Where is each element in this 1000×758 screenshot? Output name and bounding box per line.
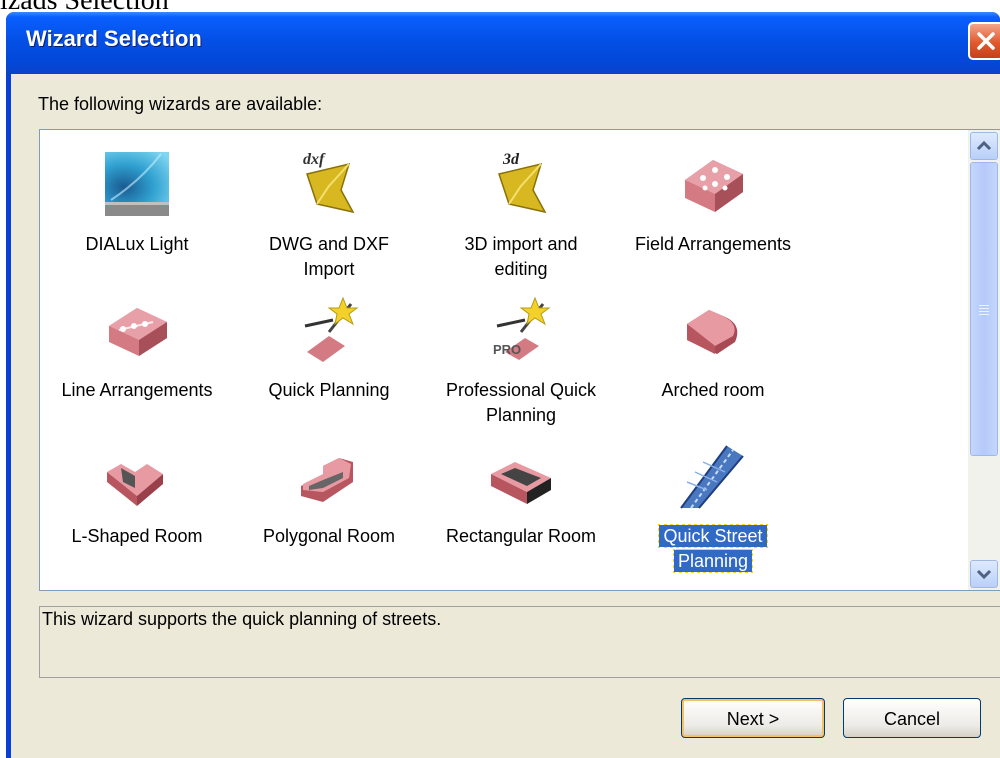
scroll-down-button[interactable] xyxy=(970,560,998,588)
wizard-selection-dialog: Wizard Selection The following wizards a… xyxy=(6,12,1000,758)
chevron-down-icon xyxy=(976,569,992,580)
wizard-item-line-arrangements[interactable]: Line Arrangements xyxy=(52,296,222,436)
svg-text:3d: 3d xyxy=(502,151,520,168)
scrollbar-thumb[interactable] xyxy=(970,162,998,456)
title-bar[interactable]: Wizard Selection xyxy=(6,12,1000,74)
arched-room-icon xyxy=(687,310,738,354)
wizard-label: Arched room xyxy=(661,380,765,400)
polygonal-room-icon xyxy=(301,458,353,502)
wizard-item-dialux-light[interactable]: DIALux Light xyxy=(52,150,222,290)
svg-text:dxf: dxf xyxy=(303,151,326,168)
window-title: Wizard Selection xyxy=(26,26,202,51)
dialux-light-icon xyxy=(105,152,169,216)
close-button[interactable] xyxy=(968,22,1000,60)
wizard-label: 3D import and editing xyxy=(464,234,578,279)
wizard-item-polygonal-room[interactable]: Polygonal Room xyxy=(244,442,414,582)
wizard-label: DIALux Light xyxy=(85,234,189,254)
quick-planning-icon xyxy=(304,296,359,362)
dialog-body: The following wizards are available: DIA… xyxy=(11,74,1000,758)
l-shaped-room-icon xyxy=(107,464,163,506)
wizard-item-rectangular-room[interactable]: Rectangular Room xyxy=(436,442,606,582)
wizard-label: Professional Quick Planning xyxy=(445,380,597,425)
3d-import-icon: 3d xyxy=(498,151,547,214)
svg-text:PRO: PRO xyxy=(493,342,521,357)
vertical-scrollbar[interactable] xyxy=(968,130,1000,590)
wizard-label: Quick Street Planning xyxy=(658,524,768,573)
scroll-up-button[interactable] xyxy=(970,132,998,160)
rectangular-room-icon xyxy=(491,462,551,504)
wizard-label: Rectangular Room xyxy=(445,526,597,546)
wizard-item-field-arrangements[interactable]: Field Arrangements xyxy=(628,150,798,290)
wizard-item-quick-planning[interactable]: Quick Planning xyxy=(244,296,414,436)
wizard-item-pro-quick-planning[interactable]: PRO Professional Quick Planning xyxy=(436,296,606,436)
wizard-label: Quick Planning xyxy=(268,380,390,400)
wizard-item-arched-room[interactable]: Arched room xyxy=(628,296,798,436)
pro-quick-planning-icon: PRO xyxy=(493,296,551,360)
cancel-button[interactable]: Cancel xyxy=(843,698,981,738)
wizard-label: DWG and DXF Import xyxy=(268,234,390,279)
description-text: This wizard supports the quick planning … xyxy=(42,609,442,629)
wizard-label: Polygonal Room xyxy=(262,526,396,546)
line-arrangements-icon xyxy=(109,308,167,356)
wizard-item-street-planning[interactable]: Quick Street Planning xyxy=(628,442,798,582)
field-arrangements-icon xyxy=(685,160,743,212)
wizard-item-3d-import[interactable]: 3d 3D import and editing xyxy=(436,150,606,290)
wizard-item-dxf-import[interactable]: dxf DWG and DXF Import xyxy=(244,150,414,290)
next-button[interactable]: Next > xyxy=(681,698,825,738)
grip-icon xyxy=(979,303,989,315)
wizard-description: This wizard supports the quick planning … xyxy=(39,606,1000,678)
street-planning-icon xyxy=(680,445,744,509)
chevron-up-icon xyxy=(976,140,992,151)
available-wizards-label: The following wizards are available: xyxy=(38,94,323,114)
dxf-import-icon: dxf xyxy=(303,151,355,214)
wizard-label: L-Shaped Room xyxy=(71,526,203,546)
wizard-label: Field Arrangements xyxy=(634,234,792,254)
wizard-item-l-shaped-room[interactable]: L-Shaped Room xyxy=(52,442,222,582)
close-icon xyxy=(977,32,995,50)
wizard-label: Line Arrangements xyxy=(61,380,213,400)
wizard-list[interactable]: DIALux Light dxf DWG and DXF Import 3d 3… xyxy=(39,129,1000,591)
